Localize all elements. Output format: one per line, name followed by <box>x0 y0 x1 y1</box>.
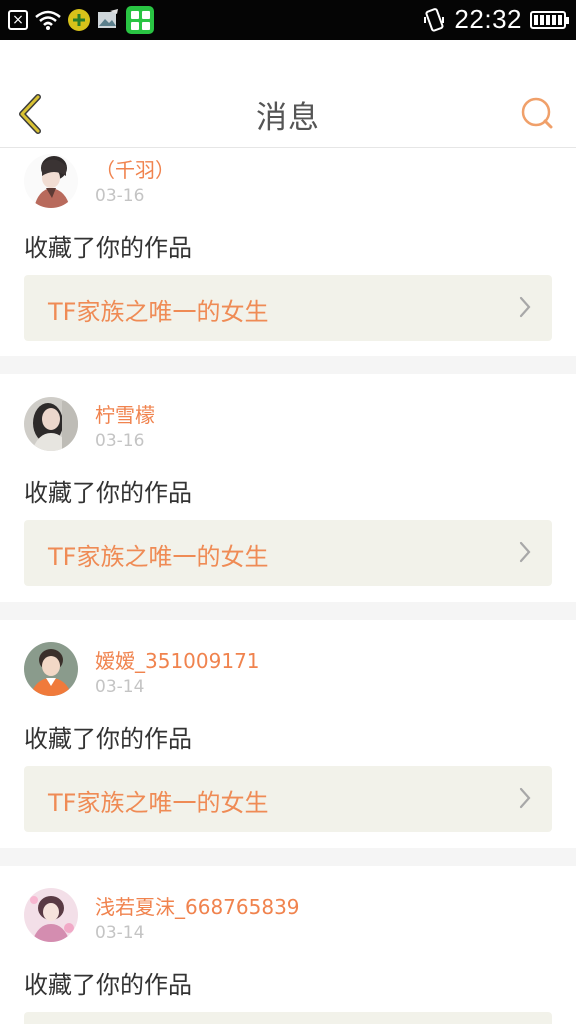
grid-app-icon <box>126 6 154 34</box>
battery-icon <box>530 10 569 29</box>
username[interactable]: （千羽） <box>95 154 175 183</box>
message-card[interactable]: 柠雪檬 03-16 收藏了你的作品 TF家族之唯一的女生 <box>0 374 576 602</box>
page-title: 消息 <box>256 100 320 136</box>
wifi-icon <box>35 10 61 30</box>
work-link[interactable]: TF家族之唯一的女生 <box>24 275 552 341</box>
message-action-text: 收藏了你的作品 <box>24 479 192 507</box>
avatar[interactable] <box>24 397 78 451</box>
image-app-icon <box>98 9 118 28</box>
username[interactable]: 嫒嫒_351009171 <box>95 645 260 674</box>
status-bar: × 22:32 <box>0 0 576 40</box>
message-card[interactable]: 浅若夏沫_668765839 03-14 收藏了你的作品 <box>0 866 576 1024</box>
message-action-text: 收藏了你的作品 <box>24 971 192 999</box>
chevron-right-icon <box>519 541 531 563</box>
message-date: 03-16 <box>95 431 145 451</box>
message-action-text: 收藏了你的作品 <box>24 234 192 262</box>
status-icons-left: × <box>8 6 154 34</box>
username[interactable]: 浅若夏沫_668765839 <box>95 891 300 920</box>
username[interactable]: 柠雪檬 <box>95 399 155 428</box>
avatar[interactable] <box>24 642 78 696</box>
vibrate-icon <box>424 7 445 32</box>
work-link[interactable] <box>24 1012 552 1024</box>
plus-app-icon <box>68 9 90 31</box>
message-card[interactable]: （千羽） 03-16 收藏了你的作品 TF家族之唯一的女生 <box>0 148 576 356</box>
chevron-right-icon <box>519 787 531 809</box>
message-date: 03-14 <box>95 923 145 943</box>
work-title: TF家族之唯一的女生 <box>48 789 269 817</box>
search-icon <box>521 97 553 129</box>
chevron-right-icon <box>519 296 531 318</box>
work-link[interactable]: TF家族之唯一的女生 <box>24 520 552 586</box>
message-action-text: 收藏了你的作品 <box>24 725 192 753</box>
avatar[interactable] <box>24 888 78 942</box>
message-card[interactable]: 嫒嫒_351009171 03-14 收藏了你的作品 TF家族之唯一的女生 <box>0 620 576 848</box>
work-title: TF家族之唯一的女生 <box>48 543 269 571</box>
avatar[interactable] <box>24 154 78 208</box>
message-date: 03-14 <box>95 677 145 697</box>
status-time: 22:32 <box>454 4 522 34</box>
status-icons-right: 22:32 <box>422 4 569 35</box>
work-link[interactable]: TF家族之唯一的女生 <box>24 766 552 832</box>
app-header: 消息 <box>0 40 576 148</box>
search-button[interactable] <box>520 96 554 130</box>
close-box-icon: × <box>8 10 28 30</box>
message-date: 03-16 <box>95 186 145 206</box>
work-title: TF家族之唯一的女生 <box>48 298 269 326</box>
